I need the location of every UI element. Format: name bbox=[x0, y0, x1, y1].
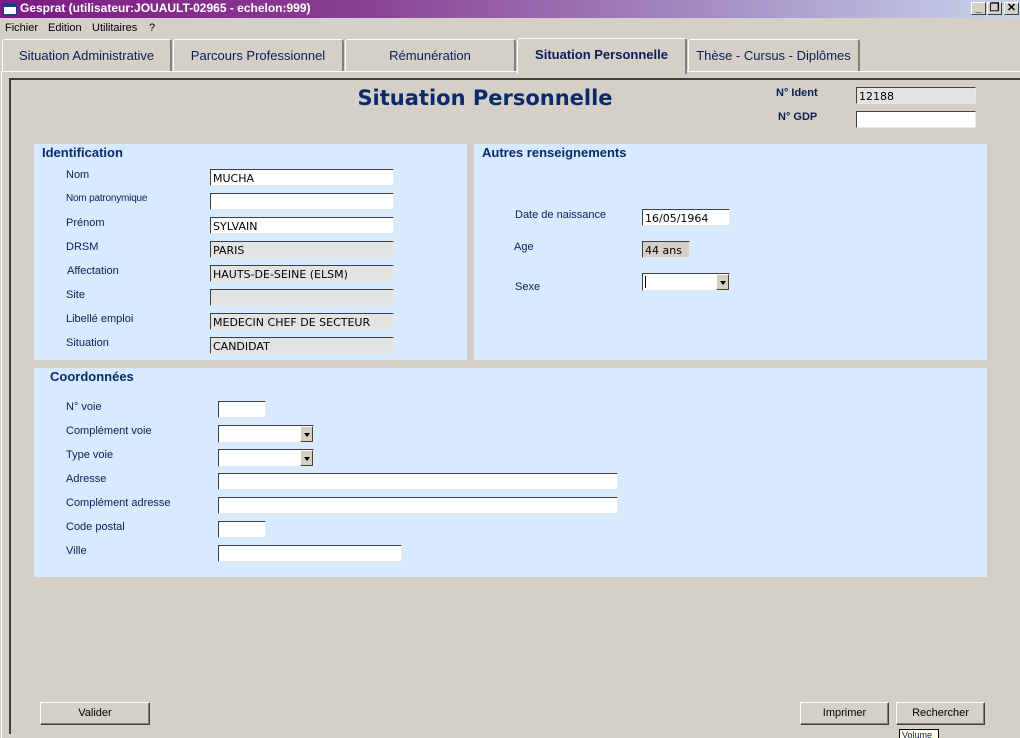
menu-fichier[interactable]: Fichier bbox=[5, 22, 38, 34]
ident-label: N° Ident bbox=[776, 87, 818, 99]
page-title: Situation Personnelle bbox=[357, 86, 613, 110]
complement-adresse-field[interactable] bbox=[218, 497, 618, 514]
ville-label: Ville bbox=[66, 545, 87, 557]
rechercher-button[interactable]: Rechercher bbox=[896, 702, 985, 725]
affectation-field[interactable]: HAUTS-DE-SEINE (ELSM) bbox=[210, 265, 394, 282]
numero-voie-field[interactable] bbox=[218, 401, 266, 418]
menu-utilitaires[interactable]: Utilitaires bbox=[92, 22, 137, 34]
numero-voie-label: N° voie bbox=[66, 401, 102, 413]
adresse-field[interactable] bbox=[218, 473, 618, 490]
ident-field[interactable]: 12188 bbox=[856, 87, 976, 104]
prenom-field[interactable]: SYLVAIN bbox=[210, 217, 394, 234]
window-title: Gesprat (utilisateur:JOUAULT-02965 - ech… bbox=[20, 1, 311, 15]
text-caret bbox=[645, 276, 646, 288]
nom-patronymique-field[interactable] bbox=[210, 193, 394, 210]
sexe-dropdown[interactable] bbox=[642, 273, 730, 291]
drsm-field[interactable]: PARIS bbox=[210, 241, 394, 258]
chevron-down-icon[interactable] bbox=[716, 274, 729, 290]
minimize-button[interactable]: _ bbox=[971, 2, 986, 15]
complement-voie-label: Complément voie bbox=[66, 425, 152, 437]
menu-bar: Fichier Edition Utilitaires ? bbox=[0, 19, 1020, 37]
tooltip: Volume bbox=[899, 729, 939, 738]
imprimer-button[interactable]: Imprimer bbox=[800, 702, 889, 725]
close-button[interactable]: ✕ bbox=[1004, 2, 1019, 15]
date-naissance-label: Date de naissance bbox=[515, 209, 607, 221]
libelle-emploi-field[interactable]: MEDECIN CHEF DE SECTEUR bbox=[210, 313, 394, 330]
nom-patronymique-label: Nom patronymique bbox=[66, 193, 148, 204]
affectation-label: Affectation bbox=[67, 265, 119, 277]
libelle-emploi-label: Libellé emploi bbox=[66, 313, 134, 325]
gdp-field[interactable] bbox=[856, 111, 976, 128]
age-label: Age bbox=[514, 241, 534, 253]
complement-adresse-label: Complément adresse bbox=[66, 497, 171, 509]
tab-situation-administrative[interactable]: Situation Administrative bbox=[2, 39, 172, 71]
sexe-label: Sexe bbox=[515, 281, 541, 293]
chevron-down-icon[interactable] bbox=[300, 426, 313, 442]
nom-label: Nom bbox=[66, 169, 90, 181]
nom-field[interactable]: MUCHA bbox=[210, 169, 394, 186]
date-naissance-field[interactable]: 16/05/1964 bbox=[642, 209, 730, 226]
situation-field[interactable]: CANDIDAT bbox=[210, 337, 394, 354]
valider-button[interactable]: Valider bbox=[40, 702, 150, 725]
tab-remuneration[interactable]: Rémunération bbox=[345, 39, 516, 71]
type-voie-label: Type voie bbox=[66, 449, 114, 461]
site-label: Site bbox=[66, 289, 85, 301]
age-field: 44 ans bbox=[642, 241, 690, 258]
code-postal-field[interactable] bbox=[218, 521, 266, 538]
drsm-label: DRSM bbox=[66, 241, 99, 253]
tab-situation-personnelle[interactable]: Situation Personnelle bbox=[517, 38, 687, 74]
chevron-down-icon[interactable] bbox=[300, 450, 313, 466]
autres-renseignements-title: Autres renseignements bbox=[482, 145, 627, 160]
autres-renseignements-section: Autres renseignements bbox=[474, 144, 987, 360]
app-icon bbox=[3, 3, 17, 15]
identification-title: Identification bbox=[42, 145, 123, 160]
situation-label: Situation bbox=[66, 337, 109, 349]
complement-voie-dropdown[interactable] bbox=[218, 425, 314, 443]
menu-help[interactable]: ? bbox=[149, 22, 155, 34]
coordonnees-title: Coordonnées bbox=[50, 369, 134, 384]
tab-these-cursus-diplomes[interactable]: Thèse - Cursus - Diplômes bbox=[688, 39, 860, 71]
type-voie-dropdown[interactable] bbox=[218, 449, 314, 467]
menu-edition[interactable]: Edition bbox=[48, 22, 82, 34]
prenom-label: Prénom bbox=[66, 217, 105, 229]
gdp-label: N° GDP bbox=[778, 111, 818, 123]
title-bar: Gesprat (utilisateur:JOUAULT-02965 - ech… bbox=[0, 0, 1020, 18]
tab-parcours-professionnel[interactable]: Parcours Professionnel bbox=[173, 39, 344, 71]
ville-field[interactable] bbox=[218, 545, 402, 562]
site-field[interactable] bbox=[210, 289, 394, 306]
restore-button[interactable]: ❐ bbox=[987, 2, 1002, 15]
code-postal-label: Code postal bbox=[66, 521, 125, 533]
adresse-label: Adresse bbox=[66, 473, 107, 485]
